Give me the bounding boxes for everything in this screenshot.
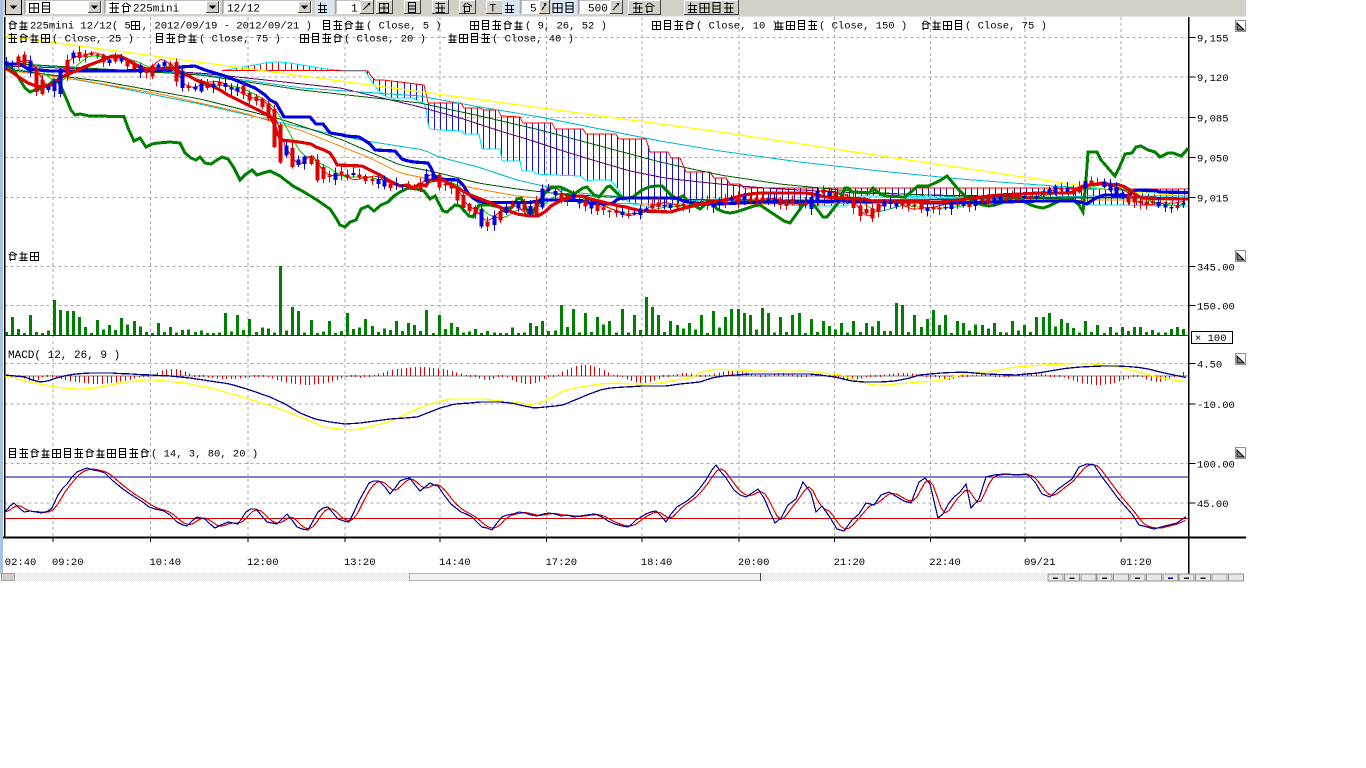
svg-text:17:20: 17:20: [546, 557, 578, 569]
svg-text:-10.00: -10.00: [1197, 400, 1235, 412]
svg-text:( Close, 20 ): ( Close, 20 ): [344, 33, 426, 45]
svg-text:( 9, 26, 52 ): ( 9, 26, 52 ): [525, 20, 607, 32]
svg-text:( Close, 25 ): ( Close, 25 ): [52, 33, 134, 45]
svg-text:( 14, 3, 80, 20 ): ( 14, 3, 80, 20 ): [151, 448, 258, 460]
svg-text:( Close, 150 ): ( Close, 150 ): [819, 20, 907, 32]
svg-text:9,050: 9,050: [1197, 154, 1229, 166]
svg-text:09:20: 09:20: [52, 557, 84, 569]
svg-text:21:20: 21:20: [834, 557, 866, 569]
svg-text:13:20: 13:20: [344, 557, 376, 569]
svg-text:5: 5: [530, 3, 537, 15]
svg-text:( Close, 75 ): ( Close, 75 ): [965, 20, 1047, 32]
svg-text:( Close, 40 ): ( Close, 40 ): [492, 33, 574, 45]
svg-text:MACD( 12, 26, 9 ): MACD( 12, 26, 9 ): [8, 350, 120, 362]
svg-text:( Close, 75 ): ( Close, 75 ): [199, 33, 281, 45]
svg-text:9,085: 9,085: [1197, 114, 1229, 126]
svg-text:225mini: 225mini: [133, 3, 180, 15]
svg-text:12:00: 12:00: [247, 557, 279, 569]
svg-text:09/21: 09/21: [1024, 557, 1056, 569]
svg-text:9,015: 9,015: [1197, 194, 1229, 206]
svg-text:01:20: 01:20: [1120, 557, 1152, 569]
svg-text:, 2012/09/19 - 2012/09/21 ): , 2012/09/19 - 2012/09/21 ): [142, 20, 312, 32]
svg-text:345.00: 345.00: [1197, 263, 1235, 275]
svg-text:9,155: 9,155: [1197, 34, 1229, 46]
svg-text:× 100: × 100: [1195, 333, 1227, 345]
svg-text:500: 500: [588, 3, 608, 15]
svg-text:45.00: 45.00: [1197, 499, 1229, 511]
svg-text:12/12: 12/12: [227, 3, 260, 15]
svg-text:14:40: 14:40: [439, 557, 471, 569]
svg-text:4.50: 4.50: [1197, 360, 1222, 372]
svg-text:02:40: 02:40: [5, 557, 37, 569]
svg-text:225mini 12/12( 5: 225mini 12/12( 5: [30, 20, 131, 32]
svg-text:( Close, 5 ): ( Close, 5 ): [366, 20, 442, 32]
svg-text:9,120: 9,120: [1197, 73, 1229, 85]
svg-text:22:40: 22:40: [929, 557, 961, 569]
svg-text:T: T: [490, 3, 497, 15]
svg-text:( Close, 10 ): ( Close, 10 ): [696, 20, 778, 32]
svg-text:1: 1: [351, 3, 358, 15]
svg-text:150.00: 150.00: [1197, 302, 1235, 314]
svg-text:18:40: 18:40: [641, 557, 673, 569]
svg-text:20:00: 20:00: [738, 557, 770, 569]
svg-text:100.00: 100.00: [1197, 460, 1235, 472]
svg-text:10:40: 10:40: [150, 557, 182, 569]
